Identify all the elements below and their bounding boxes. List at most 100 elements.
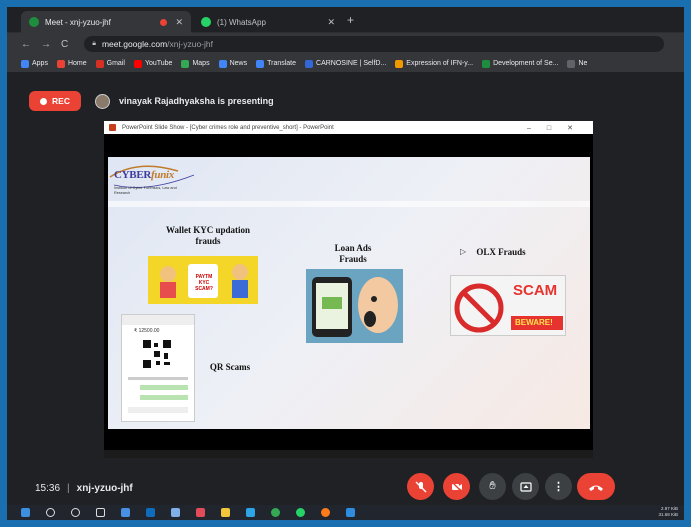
search-icon[interactable] xyxy=(46,508,55,517)
home-icon xyxy=(56,59,65,68)
wallet-kyc-image: PAYTM KYC SCAM? xyxy=(148,256,258,304)
slide-band xyxy=(108,201,590,207)
cortana-icon[interactable] xyxy=(71,508,80,517)
olx-scam-text: SCAM xyxy=(513,282,558,299)
hang-up-icon xyxy=(589,485,603,491)
present-button[interactable] xyxy=(512,473,539,500)
present-icon xyxy=(519,481,532,492)
mic-off-button[interactable] xyxy=(407,473,434,500)
meeting-time: 15:36 xyxy=(35,483,61,494)
bookmark-news[interactable]: News xyxy=(218,59,247,68)
bookmark-expression[interactable]: Expression of IFN-y... xyxy=(395,59,473,68)
powerpoint-icon xyxy=(109,124,116,131)
mouse-pointer-icon: ▷ xyxy=(460,247,467,256)
hand-icon: ✋︎ xyxy=(489,480,496,492)
task-view-icon[interactable] xyxy=(96,508,105,517)
bookmarks-bar: Apps Home Gmail YouTube Maps News Transl… xyxy=(7,55,684,73)
bookmark-apps[interactable]: Apps xyxy=(21,59,48,68)
presenter-banner: vinayak Rajadhyaksha is presenting xyxy=(95,91,274,111)
more-vert-icon: ⋮ xyxy=(553,481,564,493)
address-row: ←→C 🔒︎ meet.google.com /xnj-yzuo-jhf xyxy=(7,33,684,55)
url-path: /xnj-yzuo-jhf xyxy=(167,39,213,49)
bookmark-icon xyxy=(305,59,314,68)
logo-text: CYBERfunix xyxy=(114,169,174,181)
bookmark-ne[interactable]: Ne xyxy=(567,59,587,68)
url-host: meet.google.com xyxy=(101,39,168,49)
back-forward-reload-icons[interactable]: ←→C xyxy=(21,39,78,50)
raise-hand-button[interactable]: ✋︎ xyxy=(479,473,506,500)
whatsapp-icon xyxy=(201,17,211,27)
bookmark-icon xyxy=(395,59,404,68)
slideshow-footer xyxy=(104,450,593,458)
bookmark-youtube[interactable]: YouTube xyxy=(133,59,172,68)
lock-icon: 🔒︎ xyxy=(92,40,96,47)
app-icon[interactable] xyxy=(246,508,255,517)
meeting-code[interactable]: xnj-yzuo-jhf xyxy=(77,483,133,494)
youtube-icon xyxy=(133,59,142,68)
slide: CYBERfunix Institute of Cyber Forensics,… xyxy=(108,157,590,429)
tab-title: Meet - xnj-yzuo-jhf xyxy=(45,17,111,27)
wallet-image-text: PAYTM KYC SCAM? xyxy=(195,274,213,292)
camera-off-icon xyxy=(451,481,462,492)
windows-start-icon[interactable] xyxy=(21,508,30,517)
separator: | xyxy=(67,483,70,494)
plus-icon[interactable]: + xyxy=(347,13,354,27)
vscode-icon[interactable] xyxy=(346,508,355,517)
bookmark-carnosine[interactable]: CARNOSINE | SelfD... xyxy=(305,59,386,68)
window-controls-icon: –□✕ xyxy=(527,124,589,132)
more-options-button[interactable]: ⋮ xyxy=(545,473,572,500)
bookmark-translate[interactable]: Translate xyxy=(256,59,296,68)
loan-phone-illustration xyxy=(306,269,403,343)
qr-code-icon xyxy=(142,339,172,369)
heading-qr: QR Scams xyxy=(209,362,251,372)
whatsapp-icon[interactable] xyxy=(296,508,305,517)
mail-icon[interactable] xyxy=(146,508,155,517)
app-icon[interactable] xyxy=(196,508,205,517)
bookmark-icon xyxy=(567,59,576,68)
bookmark-gmail[interactable]: Gmail xyxy=(95,59,125,68)
apps-grid-icon xyxy=(21,59,29,68)
heading-loan: Loan Ads Frauds xyxy=(334,243,372,264)
qr-phone-header xyxy=(122,315,194,325)
maps-icon xyxy=(181,59,190,68)
bookmark-maps[interactable]: Maps xyxy=(181,59,210,68)
recording-dot-icon xyxy=(160,18,168,26)
cyberfunix-logo: CYBERfunix Institute of Cyber Forensics,… xyxy=(108,163,198,201)
qr-phone-lines xyxy=(128,377,188,413)
windows-taskbar xyxy=(7,505,684,520)
avatar xyxy=(95,93,110,109)
rec-badge[interactable]: REC xyxy=(29,91,81,111)
close-tab-icon[interactable]: ✕ xyxy=(175,17,183,28)
record-dot-icon xyxy=(40,97,48,105)
close-tab-icon[interactable]: ✕ xyxy=(327,17,335,28)
network-speed-tray: 2.97 KiB 31.68 KiB xyxy=(658,506,678,517)
url-bar[interactable]: 🔒︎ meet.google.com /xnj-yzuo-jhf xyxy=(84,36,665,52)
bookmark-home[interactable]: Home xyxy=(56,59,87,68)
app-icon[interactable] xyxy=(171,508,180,517)
tab-whatsapp[interactable]: (1) WhatsApp ✕ xyxy=(193,11,343,33)
bookmark-development[interactable]: Development of Se... xyxy=(482,59,558,68)
presenter-text: vinayak Rajadhyaksha is presenting xyxy=(119,96,274,106)
qr-scam-image: ₹ 12500.00 xyxy=(121,314,195,422)
logo-subtitle: Institute of Cyber Forensics, Law and Re… xyxy=(114,186,177,195)
translate-icon xyxy=(256,59,265,68)
shared-screen: PowerPoint Slide Show - [Cyber crimes ro… xyxy=(104,121,593,458)
meeting-info: 15:36 | xnj-yzuo-jhf xyxy=(35,483,133,494)
tab-title: (1) WhatsApp xyxy=(217,17,266,27)
mic-off-icon xyxy=(415,481,426,492)
tab-meet[interactable]: Meet - xnj-yzuo-jhf ✕ xyxy=(21,11,191,33)
browser-tab-strip: Meet - xnj-yzuo-jhf ✕ (1) WhatsApp ✕ + xyxy=(7,7,684,33)
bookmark-icon xyxy=(482,59,491,68)
app-icon[interactable] xyxy=(121,508,130,517)
folder-icon[interactable] xyxy=(221,508,230,517)
camera-off-button[interactable] xyxy=(443,473,470,500)
powerpoint-window-title: PowerPoint Slide Show - [Cyber crimes ro… xyxy=(122,124,334,131)
qr-amount: ₹ 12500.00 xyxy=(134,328,160,334)
firefox-icon[interactable] xyxy=(321,508,330,517)
end-call-button[interactable] xyxy=(577,473,615,500)
olx-beware-text: BEWARE! xyxy=(515,318,553,327)
heading-wallet: Wallet KYC updation frauds xyxy=(165,225,250,246)
olx-scam-image: SCAM BEWARE! xyxy=(450,275,566,336)
powerpoint-titlebar: PowerPoint Slide Show - [Cyber crimes ro… xyxy=(104,121,593,134)
chrome-icon[interactable] xyxy=(271,508,280,517)
